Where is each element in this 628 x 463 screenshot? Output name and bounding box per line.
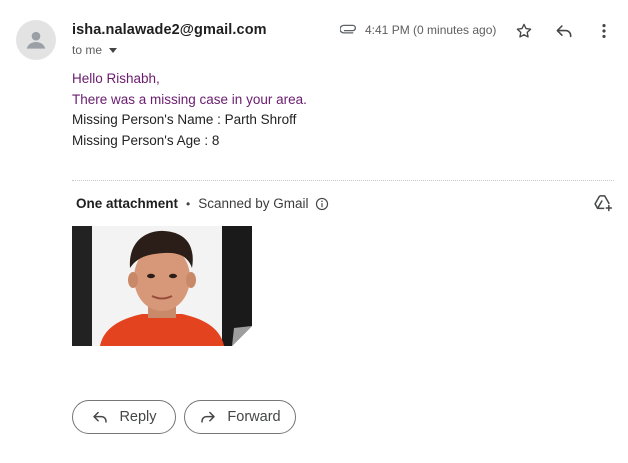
more-options-button[interactable]	[592, 19, 616, 43]
forward-arrow-icon	[201, 411, 216, 423]
reply-top-button[interactable]	[552, 19, 576, 43]
avatar-person-icon	[26, 31, 46, 49]
star-icon	[516, 23, 532, 38]
add-to-drive-icon	[594, 195, 613, 212]
recipient-label: to me	[72, 43, 103, 57]
forward-button[interactable]: Forward	[184, 400, 296, 434]
email-time: 4:41 PM (0 minutes ago)	[365, 23, 497, 37]
reply-arrow-icon	[93, 411, 108, 423]
more-vert-icon	[602, 24, 606, 38]
reply-button[interactable]: Reply	[72, 400, 176, 434]
separator-dot: •	[186, 196, 191, 211]
body-line-1: There was a missing case in your area.	[72, 91, 307, 107]
scanned-label: Scanned by Gmail	[198, 196, 309, 211]
email-body: Hello Rishabh, There was a missing case …	[72, 69, 307, 151]
body-line-3: Missing Person's Age : 8	[72, 132, 220, 148]
star-button[interactable]	[512, 19, 536, 43]
body-line-2: Missing Person's Name : Parth Shroff	[72, 112, 297, 127]
sender-email[interactable]: isha.nalawade2@gmail.com	[72, 22, 267, 38]
attachment-title: One attachment	[76, 196, 179, 211]
attachment-header: One attachment • Scanned by Gmail	[76, 196, 329, 211]
info-icon[interactable]	[315, 197, 329, 211]
paperclip-icon	[340, 24, 356, 34]
body-greeting: Hello Rishabh,	[72, 71, 160, 86]
chevron-down-icon	[109, 48, 118, 53]
add-to-drive-button[interactable]	[592, 193, 614, 213]
forward-label: Forward	[227, 409, 281, 425]
attachment-thumbnail[interactable]	[72, 226, 252, 346]
sender-avatar[interactable]	[16, 20, 56, 60]
reply-label: Reply	[119, 409, 157, 425]
recipient-details-toggle[interactable]: to me	[72, 43, 118, 57]
attachment-divider	[72, 180, 614, 181]
reply-icon	[556, 25, 572, 38]
attachment-photo-image	[72, 226, 252, 346]
